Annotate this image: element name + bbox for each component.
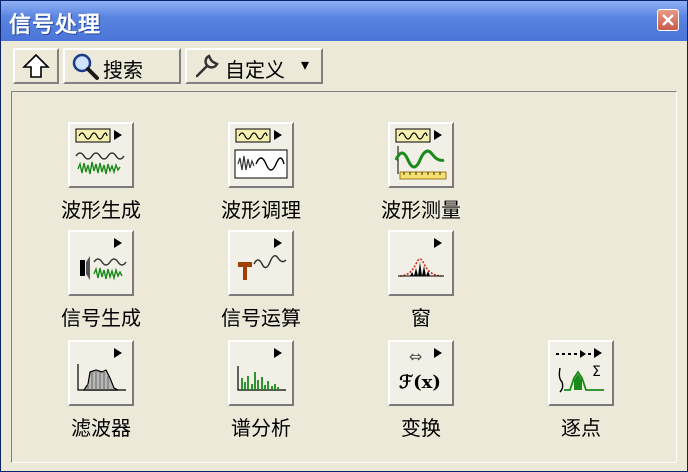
window-title: 信号处理 [9,13,102,38]
waveform-measurement-icon [394,128,447,180]
signal-processing-palette-window: 信号处理 搜索 自定义 ▾ 波形生成 波形调理 波形测量 信号生成 信号运算 窗… [0,0,688,472]
palette-item-label: 信号运算 [221,306,301,330]
transform-icon: ⇔ ℱ(x) [399,347,442,393]
palette-item-point-by-point[interactable]: Σ 逐点 [526,340,636,442]
close-button[interactable] [657,9,679,31]
waveform-generation-icon [75,128,125,175]
search-button[interactable]: 搜索 [63,48,181,84]
palette-item-label: 信号生成 [61,306,141,330]
palette-item-spectral-analysis[interactable]: 谱分析 [206,340,316,442]
palette-item-waveform-generation[interactable]: 波形生成 [46,122,156,224]
palette-item-signal-generation[interactable]: 信号生成 [46,230,156,332]
up-arrow-icon [22,53,50,78]
signal-operation-icon [238,238,287,280]
sigma-text: Σ [592,364,601,380]
palette-item-waveform-measurement[interactable]: 波形测量 [366,122,476,224]
palette-item-label: 波形调理 [221,198,301,222]
palette-item-label: 谱分析 [231,416,291,440]
palette-item-filter[interactable]: 滤波器 [46,340,156,442]
up-level-button[interactable] [13,48,59,84]
filter-icon [77,348,126,391]
fourier-symbol-text: ℱ(x) [399,372,441,393]
palette-item-label: 变换 [401,416,441,440]
waveform-conditioning-icon [234,128,288,179]
signal-generation-icon [80,238,127,281]
search-icon [72,53,99,80]
palette-item-label: 波形生成 [61,198,141,222]
wrench-icon [195,54,219,78]
spectral-analysis-icon [237,348,286,391]
palette-item-label: 滤波器 [71,416,131,440]
palette-item-label: 波形测量 [381,198,461,222]
close-icon [662,14,674,26]
palette-content-area: 波形生成 波形调理 波形测量 信号生成 信号运算 窗 滤波器 谱分析 ⇔ ℱ(x… [11,91,677,463]
customize-label: 自定义 [225,58,285,82]
palette-item-signal-operation[interactable]: 信号运算 [206,230,316,332]
title-bar[interactable]: 信号处理 [1,1,687,41]
point-by-point-icon: Σ [556,348,604,393]
palette-item-transform[interactable]: ⇔ ℱ(x) 变换 [366,340,476,442]
palette-item-window[interactable]: 窗 [366,230,476,332]
search-label: 搜索 [103,58,143,82]
palette-item-label: 窗 [411,306,431,330]
palette-item-label: 逐点 [561,416,601,440]
palette-toolbar: 搜索 自定义 ▾ [13,48,323,86]
dropdown-arrow-icon: ▾ [301,55,310,74]
palette-item-waveform-conditioning[interactable]: 波形调理 [206,122,316,224]
transform-arrow-text: ⇔ [409,347,422,366]
customize-button[interactable]: 自定义 ▾ [185,48,323,84]
window-function-icon [398,238,444,277]
